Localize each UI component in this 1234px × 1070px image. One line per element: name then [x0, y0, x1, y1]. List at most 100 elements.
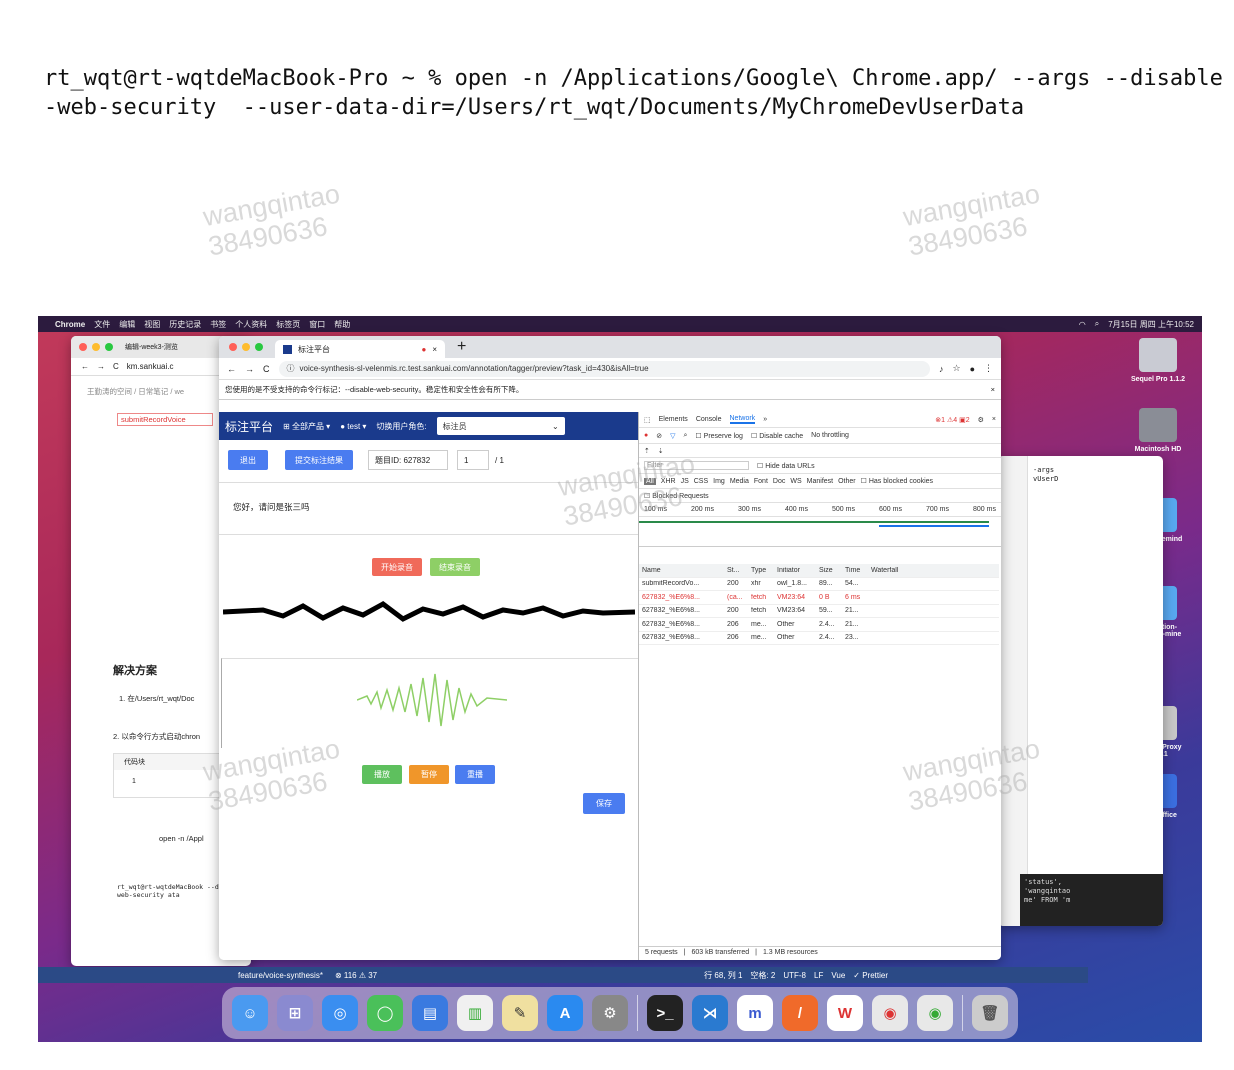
type-ws[interactable]: WS — [790, 478, 801, 485]
chrome-window[interactable]: 标注平台 ● × + ← → C ⓘ voice-synthesis-sl-vel… — [219, 336, 1001, 960]
disable-cache-checkbox[interactable]: ☐ Disable cache — [751, 432, 803, 440]
menu-item-profile[interactable]: 个人资料 — [235, 319, 267, 330]
role-select[interactable]: 标注员 ⌄ — [436, 417, 565, 435]
menu-app-name[interactable]: Chrome — [55, 320, 85, 329]
network-row[interactable]: 627832_%E6%8... 200 fetch VM23:64 59... 21... — [639, 605, 999, 618]
type-js[interactable]: JS — [681, 478, 689, 485]
start-record-button[interactable]: 开始录音 — [372, 558, 422, 576]
menu-item-file[interactable]: 文件 — [94, 319, 110, 330]
desktop-icon-sequel-pro[interactable]: Sequel Pro 1.1.2 — [1128, 338, 1188, 383]
blocked-cookies-checkbox[interactable]: ☐ Has blocked cookies — [861, 477, 933, 485]
pages-icon[interactable]: ✎ — [502, 995, 538, 1031]
wifi-icon[interactable]: ◠ — [1079, 320, 1086, 329]
record-link[interactable]: submitRecordVoice — [117, 413, 213, 426]
git-branch[interactable]: feature/voice-synthesis* — [238, 971, 323, 980]
launchpad-icon[interactable]: ⊞ — [277, 995, 313, 1031]
indent-setting[interactable]: 空格: 2 — [750, 970, 775, 981]
finder-icon[interactable]: ☺ — [232, 995, 268, 1031]
column-header[interactable]: Type — [748, 567, 774, 574]
error-count[interactable]: ⊗1 ⚠4 ▣2 — [935, 416, 969, 424]
sketch-app-icon[interactable]: / — [782, 995, 818, 1031]
reload-icon[interactable]: C — [113, 362, 119, 371]
menu-item-bookmarks[interactable]: 书签 — [210, 319, 226, 330]
network-row[interactable]: 627832_%E6%8... 206 me... Other 2.4... 21... — [639, 618, 999, 632]
wps-icon[interactable]: W — [827, 995, 863, 1031]
type-xhr[interactable]: XHR — [661, 478, 676, 485]
star-icon[interactable]: ☆ — [952, 363, 960, 374]
filter-input[interactable]: Filter — [644, 461, 749, 470]
desktop-icon-macintosh-hd[interactable]: Macintosh HD — [1128, 408, 1188, 453]
submit-button[interactable]: 提交标注结果 — [285, 450, 353, 470]
record-icon[interactable]: ● — [644, 432, 648, 439]
tab-title[interactable]: 编辑-week3-测览 — [125, 342, 178, 352]
save-button[interactable]: 保存 — [583, 793, 625, 814]
preserve-log-checkbox[interactable]: ☐ Preserve log — [695, 432, 743, 440]
type-font[interactable]: Font — [754, 478, 768, 485]
numbers-icon[interactable]: ▥ — [457, 995, 493, 1031]
pause-button[interactable]: 暂停 — [409, 765, 449, 784]
timeline-overview[interactable] — [639, 517, 1001, 547]
type-other[interactable]: Other — [838, 478, 856, 485]
close-infobar-icon[interactable]: × — [991, 385, 995, 394]
column-header[interactable]: Name — [639, 567, 724, 574]
prettier-status[interactable]: ✓ Prettier — [853, 971, 888, 980]
column-header[interactable]: Size — [816, 567, 842, 574]
terminal-icon[interactable]: >_ — [647, 995, 683, 1031]
network-row[interactable]: submitRecordVo... 200 xhr owl_1.8... 89... 54… — [639, 578, 999, 591]
env-menu[interactable]: ● test ▾ — [340, 422, 366, 431]
replay-button[interactable]: 重播 — [455, 765, 495, 784]
cursor-position[interactable]: 行 68, 列 1 — [704, 970, 742, 981]
meituan-app-icon[interactable]: m — [737, 995, 773, 1031]
new-tab-icon[interactable]: + — [457, 338, 466, 356]
gear-icon[interactable]: ⚙ — [978, 416, 984, 424]
system-preferences-icon[interactable]: ⚙ — [592, 995, 628, 1031]
type-img[interactable]: Img — [713, 478, 725, 485]
type-manifest[interactable]: Manifest — [807, 478, 833, 485]
clock[interactable]: 7月15日 周四 上午10:52 — [1108, 319, 1194, 330]
close-tab-icon[interactable]: × — [432, 345, 437, 354]
url-text[interactable]: km.sankuai.c — [127, 362, 174, 371]
menu-item-history[interactable]: 历史记录 — [169, 319, 201, 330]
background-editor-window[interactable]: -args vUserD 'status', 'wangqintao me' F… — [998, 456, 1163, 926]
type-css[interactable]: CSS — [694, 478, 708, 485]
messages-icon[interactable]: ◯ — [367, 995, 403, 1031]
page-input[interactable]: 1 — [457, 450, 489, 470]
close-devtools-icon[interactable]: × — [992, 416, 996, 423]
menu-item-view[interactable]: 视图 — [144, 319, 160, 330]
app-store-icon[interactable]: A — [547, 995, 583, 1031]
more-tabs[interactable]: » — [763, 416, 767, 423]
menu-icon[interactable]: ⋮ — [984, 363, 993, 374]
column-header[interactable]: Initiator — [774, 567, 816, 574]
menu-item-edit[interactable]: 编辑 — [119, 319, 135, 330]
network-row[interactable]: 627832_%E6%8... 206 me... Other 2.4... 23... — [639, 632, 999, 645]
type-media[interactable]: Media — [730, 478, 749, 485]
play-button[interactable]: 播放 — [362, 765, 402, 784]
trash-icon[interactable]: 🗑 — [972, 995, 1008, 1031]
tab-network[interactable]: Network — [729, 415, 756, 424]
forward-icon[interactable]: → — [97, 362, 105, 371]
mic-icon[interactable]: ♪ — [939, 364, 944, 374]
language-mode[interactable]: Vue — [831, 971, 845, 980]
menu-item-tabs[interactable]: 标签页 — [276, 319, 300, 330]
safari-icon[interactable]: ◎ — [322, 995, 358, 1031]
keynote-icon[interactable]: ▤ — [412, 995, 448, 1031]
search-icon[interactable]: ⌕ — [684, 432, 688, 440]
tab-elements[interactable]: Elements — [659, 416, 688, 423]
back-icon[interactable]: ← — [81, 362, 89, 371]
forward-icon[interactable]: → — [245, 364, 254, 374]
download-icon[interactable]: ⇣ — [658, 447, 664, 455]
column-header[interactable]: Waterfall — [868, 567, 999, 574]
exit-button[interactable]: 退出 — [228, 450, 268, 470]
filter-icon[interactable]: ▽ — [670, 432, 675, 440]
upload-icon[interactable]: ⇡ — [644, 447, 650, 455]
search-icon[interactable]: ⌕ — [1095, 319, 1099, 329]
tab-console[interactable]: Console — [696, 416, 722, 423]
menu-item-window[interactable]: 窗口 — [309, 319, 325, 330]
blocked-requests-checkbox[interactable]: ☐ Blocked Requests — [644, 492, 709, 500]
reload-icon[interactable]: C — [263, 364, 270, 374]
chrome-canary-icon[interactable]: ◉ — [917, 995, 953, 1031]
clear-icon[interactable]: ⊘ — [656, 432, 662, 440]
inspect-icon[interactable]: ⬚ — [644, 416, 651, 424]
vscode-icon[interactable]: ⋊ — [692, 995, 728, 1031]
network-row[interactable]: 627832_%E6%8... (ca... fetch VM23:64 0 B 6 ms — [639, 591, 999, 605]
